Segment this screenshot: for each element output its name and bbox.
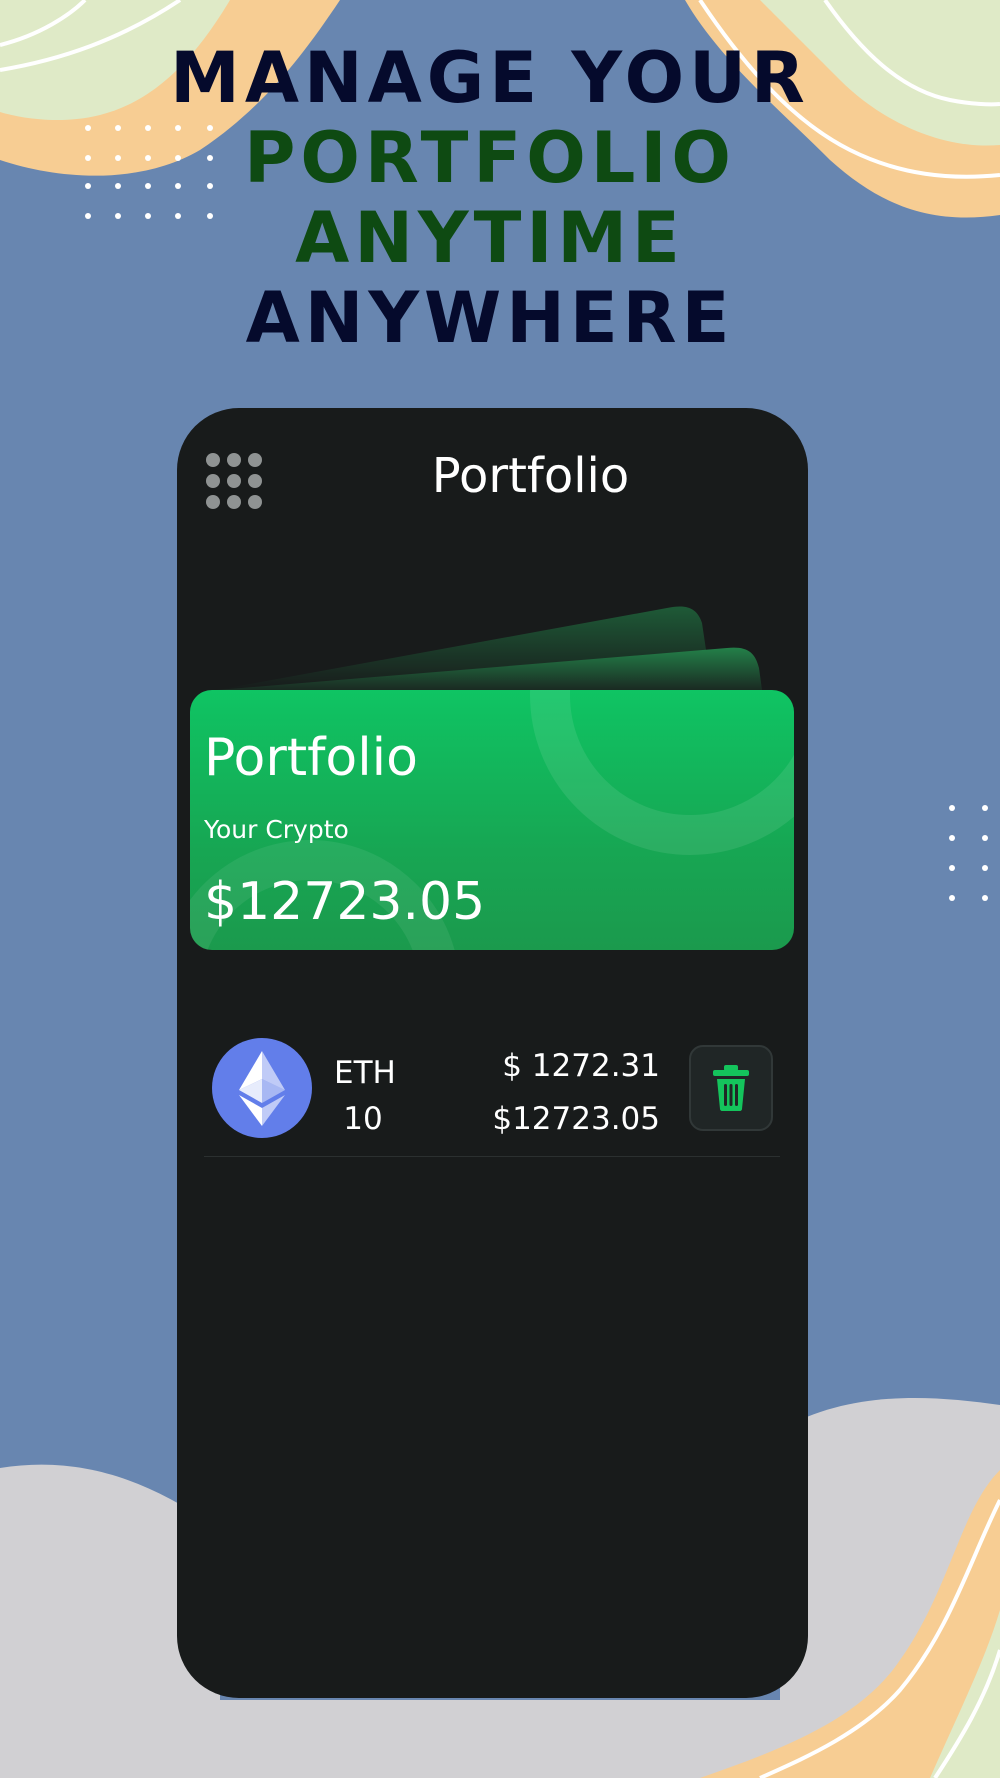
promo-headline: MANAGE YOUR PORTFOLIO ANYTIME ANYWHERE [0,38,980,358]
phone-screen: Portfolio Portfolio Your Crypto $12723.0… [177,408,808,1698]
holding-row[interactable]: ETH 10 $ 1272.31 $12723.05 [204,1031,780,1157]
portfolio-card[interactable]: Portfolio Your Crypto $12723.05 [190,690,794,950]
card-subtitle: Your Crypto [204,815,349,844]
ethereum-icon [212,1038,312,1138]
headline-line-4: ANYWHERE [245,277,735,359]
coin-price: $ 1272.31 [502,1048,660,1084]
trash-icon [713,1065,749,1111]
headline-line-3: ANYTIME [295,197,685,279]
coin-symbol: ETH [334,1055,396,1091]
card-title: Portfolio [204,728,418,788]
coin-value: $12723.05 [492,1101,660,1137]
headline-line-1: MANAGE YOUR [170,37,810,119]
coin-quantity: 10 [343,1101,383,1137]
portfolio-total: $12723.05 [204,872,486,932]
page-title: Portfolio [431,448,630,504]
delete-button[interactable] [689,1045,773,1131]
headline-line-2: PORTFOLIO [244,117,736,199]
